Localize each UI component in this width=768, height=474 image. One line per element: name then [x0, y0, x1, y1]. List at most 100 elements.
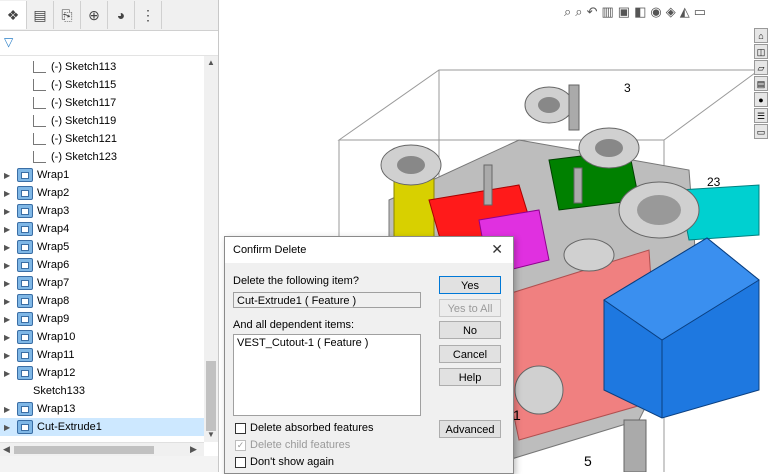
filter-icon[interactable]: ▽: [4, 35, 13, 49]
close-icon[interactable]: ✕: [491, 241, 503, 258]
display-manager-icon: ◕: [116, 7, 126, 23]
checkbox-box[interactable]: [235, 422, 246, 434]
expand-arrow-icon[interactable]: ▶: [4, 171, 12, 180]
feature-tree-icon: ❖: [6, 6, 20, 23]
expand-arrow-icon[interactable]: ▶: [4, 261, 12, 270]
tree-item-label: Sketch133: [33, 385, 85, 397]
cancel-button[interactable]: Cancel: [439, 345, 501, 363]
tree-item[interactable]: ▶ Wrap9: [0, 310, 204, 328]
help-button[interactable]: Help: [439, 368, 501, 386]
zoom-to-fit-icon[interactable]: ⌕: [564, 4, 571, 24]
tree-item[interactable]: ▶ Wrap3: [0, 202, 204, 220]
expand-arrow-icon[interactable]: ▶: [4, 423, 12, 432]
tree-item[interactable]: ▶ Wrap7: [0, 274, 204, 292]
expand-arrow-icon[interactable]: ▶: [4, 243, 12, 252]
checkbox-box-checked[interactable]: ✓: [235, 439, 246, 451]
tree-item[interactable]: ▶ Wrap1: [0, 166, 204, 184]
expand-arrow-icon[interactable]: ▶: [4, 315, 12, 324]
feature-tree-tab[interactable]: ❖: [0, 1, 27, 29]
view-orientation-icon[interactable]: ▣: [618, 4, 630, 24]
expand-arrow-icon[interactable]: ▶: [4, 189, 12, 198]
expand-arrow-icon[interactable]: ▶: [4, 297, 12, 306]
tree-item[interactable]: (-) Sketch121: [0, 130, 204, 148]
feature-icon: [17, 402, 33, 416]
design-library-icon[interactable]: ▱: [754, 60, 768, 75]
tree-item-label: (-) Sketch121: [51, 133, 118, 145]
resources-icon[interactable]: ◫: [754, 44, 768, 59]
yes-to-all-button[interactable]: Yes to All: [439, 299, 501, 317]
expand-arrow-icon[interactable]: ▶: [4, 369, 12, 378]
display-style-icon[interactable]: ◧: [634, 4, 646, 24]
forum-icon[interactable]: ▭: [754, 124, 768, 139]
tree-item[interactable]: ▶ Wrap4: [0, 220, 204, 238]
delete-absorbed-checkbox[interactable]: Delete absorbed features: [235, 421, 374, 435]
dimxpert-tab[interactable]: ⊕: [81, 1, 108, 29]
dependents-label: And all dependent items:: [233, 319, 355, 331]
property-manager-tab[interactable]: ▤: [27, 1, 54, 29]
tree-item[interactable]: ▶ Wrap5: [0, 238, 204, 256]
tree-item[interactable]: ▶ Wrap13: [0, 400, 204, 418]
view-settings-icon[interactable]: ▭: [694, 4, 706, 24]
section-view-icon[interactable]: ▥: [601, 4, 613, 24]
tree-item[interactable]: ▶ Wrap11: [0, 346, 204, 364]
hscrollbar-thumb[interactable]: [14, 446, 154, 454]
checkbox-box[interactable]: [235, 456, 246, 468]
expand-arrow-icon[interactable]: ▶: [4, 351, 12, 360]
tree-filter-bar[interactable]: ▽: [0, 31, 218, 56]
tree-item[interactable]: (-) Sketch123: [0, 148, 204, 166]
scrollbar-thumb[interactable]: [206, 361, 216, 431]
expand-arrow-icon[interactable]: ▶: [4, 225, 12, 234]
panel-splitter[interactable]: [0, 456, 218, 472]
more-tabs[interactable]: ⋮: [135, 1, 162, 29]
properties-icon[interactable]: ☰: [754, 108, 768, 123]
no-button[interactable]: No: [439, 321, 501, 339]
apply-scene-icon[interactable]: ◭: [680, 4, 690, 24]
tree-item[interactable]: Sketch133: [0, 382, 204, 400]
delete-child-checkbox[interactable]: ✓ Delete child features: [235, 438, 350, 452]
hide-show-items-icon[interactable]: ◉: [650, 4, 661, 24]
scroll-down-arrow-icon[interactable]: ▼: [207, 430, 215, 439]
advanced-button[interactable]: Advanced: [439, 420, 501, 438]
list-item[interactable]: VEST_Cutout-1 ( Feature ): [237, 337, 417, 349]
zoom-to-area-icon[interactable]: ⌕: [575, 4, 582, 24]
tree-item[interactable]: (-) Sketch113: [0, 58, 204, 76]
expand-arrow-icon[interactable]: ▶: [4, 333, 12, 342]
tree-item-label: Wrap13: [37, 403, 76, 415]
tree-item[interactable]: ▶ Wrap2: [0, 184, 204, 202]
tree-item[interactable]: ▶ Cut-Extrude1: [0, 418, 204, 436]
tree-item[interactable]: ▶ Wrap6: [0, 256, 204, 274]
tree-item[interactable]: ▶ Wrap10: [0, 328, 204, 346]
tree-vertical-scrollbar[interactable]: ▲ ▼: [204, 56, 218, 442]
dependents-list[interactable]: VEST_Cutout-1 ( Feature ): [233, 334, 421, 416]
sketch-icon: [33, 79, 46, 91]
home-icon[interactable]: ⌂: [754, 28, 768, 43]
tree-item[interactable]: ▶ Wrap12: [0, 364, 204, 382]
edit-appearance-icon[interactable]: ◈: [666, 4, 676, 24]
scroll-right-arrow-icon[interactable]: ▶: [190, 444, 197, 455]
scroll-up-arrow-icon[interactable]: ▲: [207, 58, 215, 67]
tree-item[interactable]: (-) Sketch119: [0, 112, 204, 130]
checkbox-label: Don't show again: [250, 456, 335, 468]
expand-arrow-icon[interactable]: ▶: [4, 279, 12, 288]
tree-item[interactable]: (-) Sketch115: [0, 76, 204, 94]
tree-item-label: (-) Sketch119: [51, 115, 117, 127]
tree-item-label: (-) Sketch115: [51, 79, 117, 91]
feature-icon: [17, 420, 33, 434]
dont-show-again-checkbox[interactable]: Don't show again: [235, 455, 334, 469]
configuration-manager-tab[interactable]: ⎘: [54, 1, 81, 29]
tree-item-label: Wrap6: [37, 259, 70, 271]
tree-item[interactable]: ▶ Wrap8: [0, 292, 204, 310]
expand-arrow-icon[interactable]: ▶: [4, 207, 12, 216]
scroll-left-arrow-icon[interactable]: ◀: [3, 444, 10, 455]
tree-horizontal-scrollbar[interactable]: ◀ ▶: [0, 442, 204, 457]
previous-view-icon[interactable]: ↶: [587, 4, 598, 24]
display-manager-tab[interactable]: ◕: [108, 1, 135, 29]
yes-button[interactable]: Yes: [439, 276, 501, 294]
file-explorer-icon[interactable]: ▤: [754, 76, 768, 91]
feature-icon: [17, 348, 33, 362]
appearances-icon[interactable]: ●: [754, 92, 768, 107]
tree-item[interactable]: (-) Sketch117: [0, 94, 204, 112]
tree-item-label: Wrap7: [37, 277, 70, 289]
dialog-titlebar[interactable]: Confirm Delete ✕: [225, 237, 513, 263]
expand-arrow-icon[interactable]: ▶: [4, 405, 12, 414]
